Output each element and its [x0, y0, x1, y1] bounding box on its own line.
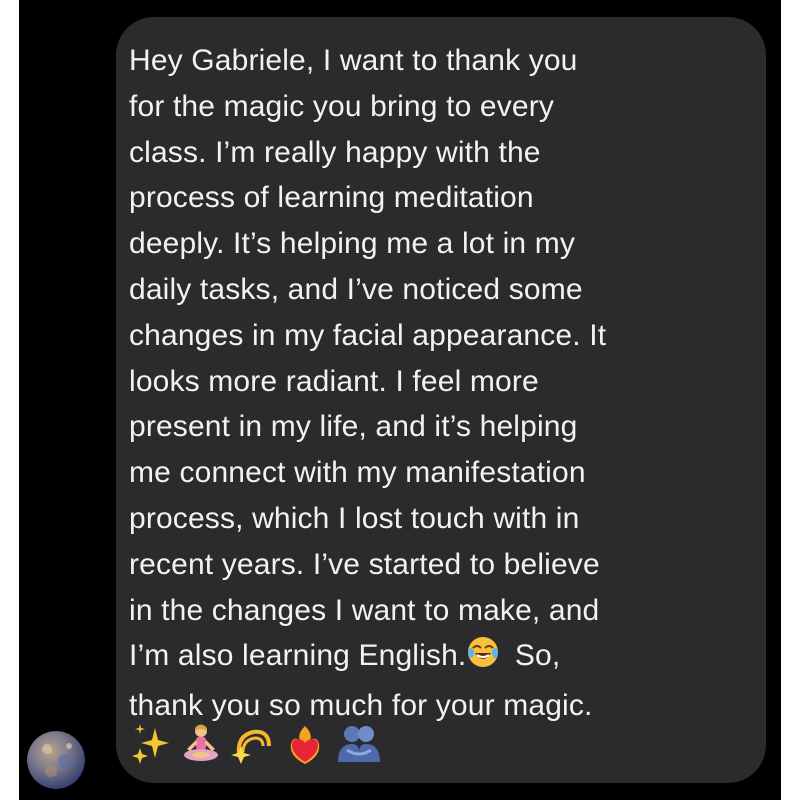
sparkles-icon	[131, 722, 171, 766]
planet-avatar-image	[27, 731, 85, 789]
message-line: class. I’m really happy with the	[129, 135, 541, 169]
emoji-row	[131, 716, 383, 772]
message-line: changes in my facial appearance. It	[129, 318, 607, 352]
message-line: I’m also learning English.	[129, 639, 467, 673]
message-line: present in my life, and it’s helping	[129, 410, 578, 444]
message-line: me connect with my manifestation	[129, 456, 586, 490]
dizzy-icon	[231, 722, 275, 766]
message-line: process, which I lost touch with in	[129, 501, 580, 535]
message-line: daily tasks, and I’ve noticed some	[129, 272, 583, 306]
person-in-lotus-position-icon	[179, 722, 223, 766]
message-line: Hey Gabriele, I want to thank you	[129, 44, 578, 77]
message-line: recent years. I’ve started to believe	[129, 547, 600, 581]
face-with-tears-of-joy-icon	[466, 635, 500, 683]
message-line: for the magic you bring to every	[129, 89, 555, 123]
message-text: Hey Gabriele, I want to thank you for th…	[129, 38, 739, 729]
message-line: looks more radiant. I feel more	[129, 364, 539, 398]
heart-on-fire-icon	[283, 722, 327, 766]
message-line: So,	[506, 639, 561, 673]
sender-avatar[interactable]	[27, 731, 85, 789]
message-line: in the changes I want to make, and	[129, 593, 600, 627]
message-line: deeply. It’s helping me a lot in my	[129, 227, 576, 261]
people-hugging-icon	[335, 722, 383, 766]
message-line: process of learning meditation	[129, 181, 534, 215]
